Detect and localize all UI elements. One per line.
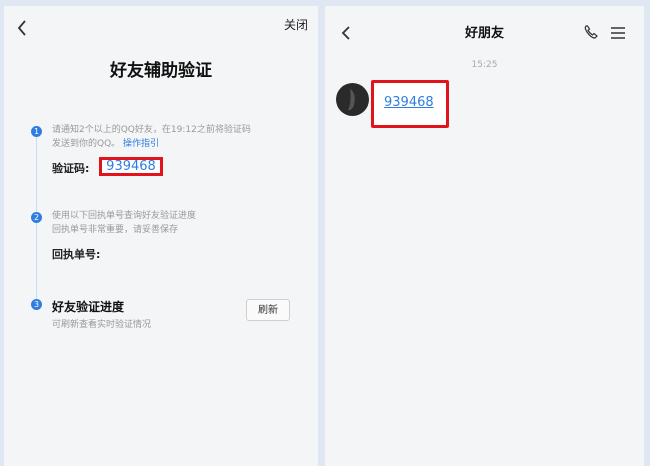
step-1-description: 请通知2个以上的QQ好友，在19:12之前将验证码 发送到你的QQ。 操作指引 (52, 123, 251, 151)
refresh-button[interactable]: 刷新 (246, 299, 290, 321)
step-2-text-line2: 回执单号非常重要，请妥善保存 (52, 225, 179, 235)
message-bubble[interactable]: 939468 (371, 80, 449, 128)
step-2-text-line1: 使用以下回执单号查询好友验证进度 (52, 211, 197, 221)
message-timestamp: 15:25 (471, 60, 498, 70)
step-2-marker: 2 (31, 212, 42, 223)
chevron-left-icon (17, 20, 26, 36)
step-1-marker: 1 (31, 126, 42, 137)
receipt-label: 回执单号: (52, 248, 101, 261)
back-button[interactable] (14, 18, 32, 38)
phone-icon[interactable] (583, 24, 599, 40)
verification-code: 939468 (99, 157, 163, 176)
code-label: 验证码: (52, 162, 90, 175)
message-text[interactable]: 939468 (384, 95, 434, 110)
step-3-marker: 3 (31, 299, 42, 310)
chat-panel: 好朋友 15:25 939468 (325, 6, 644, 466)
close-button[interactable]: 关闭 (284, 16, 308, 33)
menu-icon[interactable] (610, 25, 626, 39)
step-1-text-line2: 发送到你的QQ。 (52, 139, 121, 149)
avatar[interactable] (336, 83, 369, 116)
verification-panel: 关闭 好友辅助验证 1 请通知2个以上的QQ好友，在19:12之前将验证码 发送… (4, 6, 318, 466)
step-1-text-line1: 请通知2个以上的QQ好友，在19:12之前将验证码 (52, 125, 251, 135)
progress-description: 可刷新查看实时验证情况 (52, 320, 152, 330)
guide-link[interactable]: 操作指引 (123, 139, 159, 149)
step-2-description: 使用以下回执单号查询好友验证进度 回执单号非常重要，请妥善保存 (52, 209, 196, 237)
progress-title: 好友验证进度 (52, 300, 125, 314)
page-title: 好友辅助验证 (110, 61, 212, 81)
